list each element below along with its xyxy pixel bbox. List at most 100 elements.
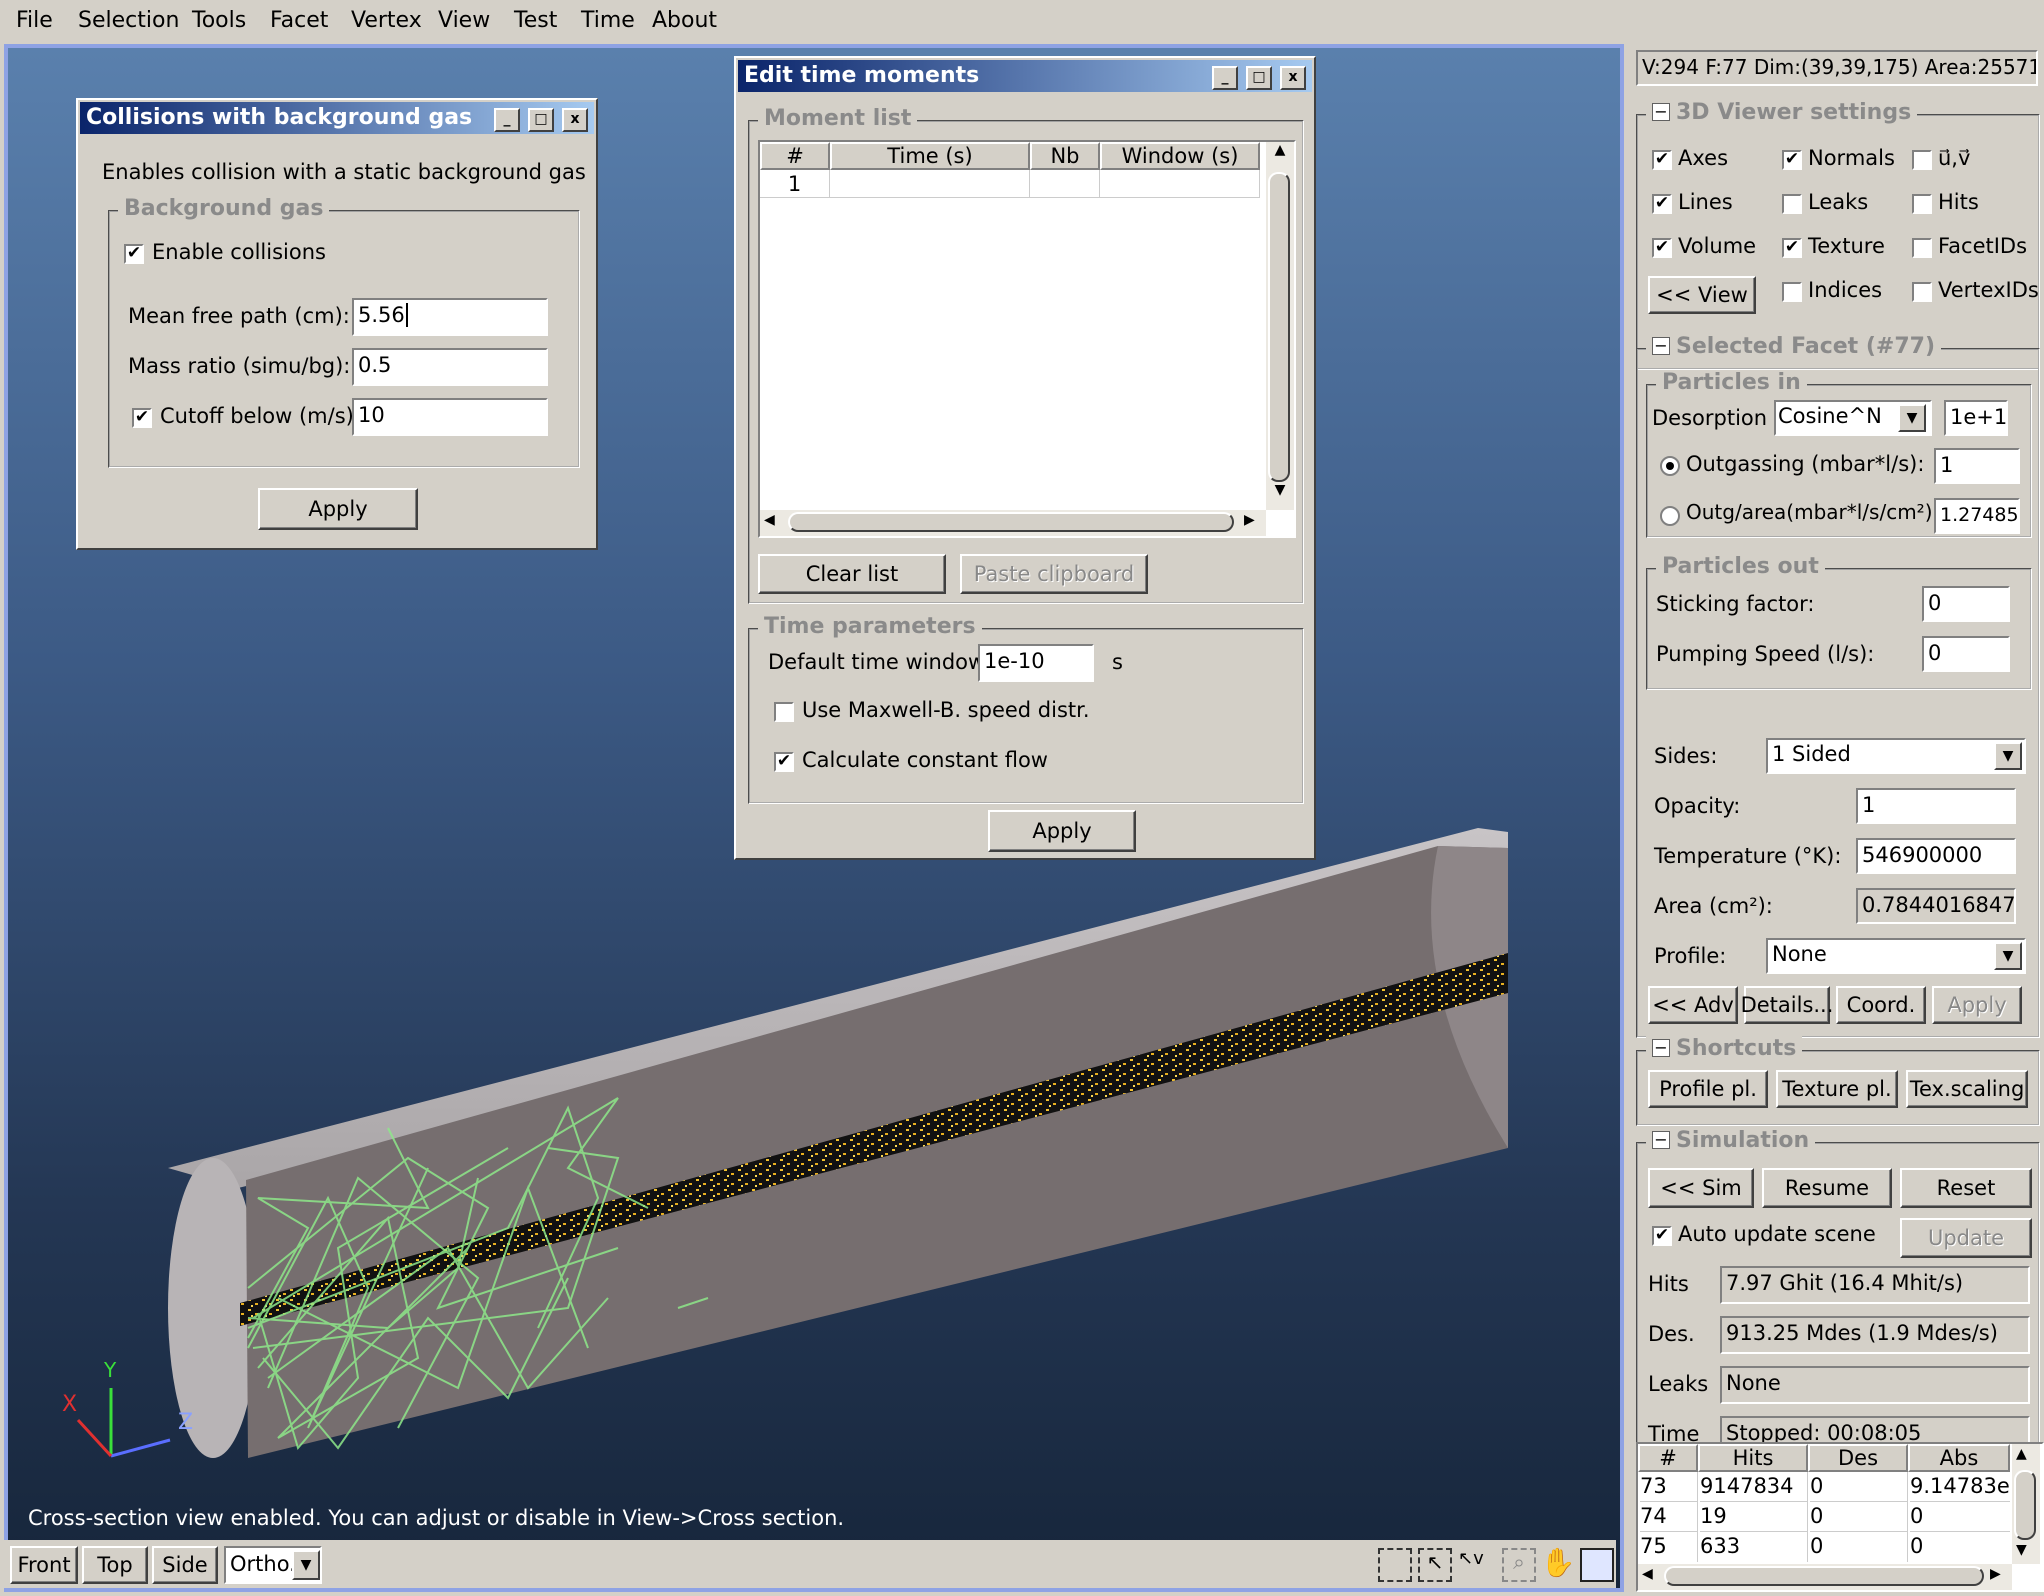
opacity-input[interactable]: 1: [1856, 788, 2016, 824]
zoom-all-icon[interactable]: [1378, 1548, 1412, 1582]
scroll-left-icon[interactable]: ◀: [764, 512, 775, 528]
time-apply-button[interactable]: Apply: [988, 810, 1136, 852]
pumping-input[interactable]: 0: [1922, 636, 2010, 672]
side-view-button[interactable]: Side: [152, 1546, 218, 1584]
column-header[interactable]: #: [760, 142, 830, 170]
desorption-exponent-input[interactable]: 1e+10: [1944, 400, 2008, 436]
scroll-up-icon[interactable]: ▲: [2016, 1446, 2027, 1462]
cutoff-input[interactable]: 10: [352, 398, 548, 436]
maximize-icon[interactable]: □: [1246, 66, 1272, 90]
facetids-checkbox[interactable]: [1912, 238, 1932, 258]
cutoff-checkbox[interactable]: ✔: [132, 408, 152, 428]
facet-apply-button[interactable]: Apply: [1932, 986, 2022, 1024]
collisions-apply-button[interactable]: Apply: [258, 488, 418, 530]
zoom-region-icon[interactable]: ⌕: [1502, 1548, 1536, 1582]
collapse-icon[interactable]: −: [1652, 1039, 1670, 1057]
outgassing-input[interactable]: 1: [1934, 448, 2020, 484]
temperature-input[interactable]: 546900000: [1856, 838, 2016, 874]
scroll-right-icon[interactable]: ▶: [1990, 1566, 2001, 1582]
moment-table[interactable]: # Time (s) Nb Window (s) 1 ▲ ▼ ◀ ▶: [758, 140, 1296, 538]
table-cell[interactable]: [1030, 170, 1100, 198]
profile-plotter-button[interactable]: Profile pl.: [1648, 1070, 1768, 1108]
collapse-icon[interactable]: −: [1652, 1131, 1670, 1149]
constant-flow-checkbox[interactable]: ✔: [774, 752, 794, 772]
viewer-settings-title[interactable]: −3D Viewer settings: [1646, 100, 1918, 125]
scroll-thumb[interactable]: [1268, 172, 1290, 482]
scroll-down-icon[interactable]: ▼: [2016, 1542, 2027, 1558]
scroll-thumb[interactable]: [2014, 1470, 2036, 1540]
enable-collisions-checkbox[interactable]: ✔: [124, 244, 144, 264]
top-view-button[interactable]: Top: [82, 1546, 148, 1584]
indices-checkbox[interactable]: [1782, 282, 1802, 302]
column-header[interactable]: Des: [1808, 1444, 1908, 1472]
menu-file[interactable]: File: [16, 8, 53, 33]
reset-button[interactable]: Reset: [1900, 1168, 2032, 1208]
chevron-down-icon[interactable]: ▼: [1898, 404, 1926, 432]
scroll-up-icon[interactable]: ▲: [1266, 142, 1294, 170]
time-dialog-titlebar[interactable]: Edit time moments _ □ x: [738, 60, 1312, 92]
maxwell-checkbox[interactable]: [774, 702, 794, 722]
hand-pan-icon[interactable]: ✋: [1540, 1546, 1576, 1582]
texture-plotter-button[interactable]: Texture pl.: [1776, 1070, 1898, 1108]
hits-checkbox[interactable]: [1912, 194, 1932, 214]
chevron-down-icon[interactable]: ▼: [1994, 942, 2022, 970]
leaks-checkbox[interactable]: [1782, 194, 1802, 214]
default-window-input[interactable]: 1e-10: [978, 644, 1094, 682]
clear-list-button[interactable]: Clear list: [758, 554, 946, 594]
front-view-button[interactable]: Front: [10, 1546, 78, 1584]
mass-ratio-input[interactable]: 0.5: [352, 348, 548, 386]
vertical-scrollbar[interactable]: ▲ ▼: [1266, 142, 1294, 510]
scroll-right-icon[interactable]: ▶: [1244, 512, 1255, 528]
facet-table[interactable]: # Hits Des Abs 73 9147834 0 9.14783e+ 74…: [1636, 1442, 2044, 1592]
texture-checkbox[interactable]: ✔: [1782, 238, 1802, 258]
window-icon[interactable]: [1580, 1548, 1614, 1582]
collisions-dialog-titlebar[interactable]: Collisions with background gas _ □ x: [80, 102, 594, 134]
view-button[interactable]: << View: [1648, 276, 1756, 314]
chevron-down-icon[interactable]: ▼: [292, 1550, 320, 1580]
simulation-title[interactable]: − Simulation: [1646, 1128, 1816, 1153]
select-facet-icon[interactable]: ↖: [1418, 1548, 1452, 1582]
close-icon[interactable]: x: [1280, 66, 1306, 90]
sticking-input[interactable]: 0: [1922, 586, 2010, 622]
menu-test[interactable]: Test: [514, 8, 557, 33]
normals-checkbox[interactable]: ✔: [1782, 150, 1802, 170]
sides-select[interactable]: 1 Sided ▼: [1766, 738, 2026, 774]
advanced-button[interactable]: << Adv: [1648, 986, 1738, 1024]
sim-button[interactable]: << Sim: [1648, 1168, 1754, 1208]
menu-vertex[interactable]: Vertex: [351, 8, 422, 33]
column-header[interactable]: Window (s): [1100, 142, 1260, 170]
details-button[interactable]: Details...: [1741, 986, 1833, 1024]
column-header[interactable]: #: [1638, 1444, 1698, 1472]
scroll-down-icon[interactable]: ▼: [1266, 482, 1294, 510]
axes-checkbox[interactable]: ✔: [1652, 150, 1672, 170]
scroll-thumb[interactable]: [788, 512, 1234, 532]
vertexids-checkbox[interactable]: [1912, 282, 1932, 302]
menu-tools[interactable]: Tools: [192, 8, 246, 33]
vertical-scrollbar[interactable]: ▲ ▼: [2012, 1444, 2040, 1564]
shortcuts-title[interactable]: − Shortcuts: [1646, 1036, 1803, 1061]
menu-facet[interactable]: Facet: [270, 8, 328, 33]
projection-select[interactable]: Ortho. ▼: [224, 1546, 322, 1584]
chevron-down-icon[interactable]: ▼: [1994, 742, 2022, 770]
minimize-icon[interactable]: _: [494, 108, 520, 132]
minimize-icon[interactable]: _: [1212, 66, 1238, 90]
table-cell[interactable]: 1: [760, 170, 830, 198]
paste-clipboard-button[interactable]: Paste clipboard: [960, 554, 1148, 594]
horizontal-scrollbar[interactable]: ◀ ▶: [760, 510, 1266, 536]
update-button[interactable]: Update: [1900, 1218, 2032, 1258]
close-icon[interactable]: x: [562, 108, 588, 132]
column-header[interactable]: Time (s): [830, 142, 1030, 170]
horizontal-scrollbar[interactable]: ◀ ▶: [1638, 1564, 2012, 1590]
texture-scaling-button[interactable]: Tex.scaling: [1906, 1070, 2028, 1108]
menu-selection[interactable]: Selection: [78, 8, 179, 33]
volume-checkbox[interactable]: ✔: [1652, 238, 1672, 258]
select-vertex-icon[interactable]: ↖v: [1458, 1548, 1498, 1582]
outg-area-input[interactable]: 1.274857: [1934, 498, 2020, 534]
scroll-left-icon[interactable]: ◀: [1642, 1566, 1653, 1582]
auto-update-checkbox[interactable]: ✔: [1652, 1226, 1672, 1246]
column-header[interactable]: Hits: [1698, 1444, 1808, 1472]
outgassing-radio[interactable]: [1660, 456, 1680, 476]
column-header[interactable]: Abs: [1908, 1444, 2010, 1472]
column-header[interactable]: Nb: [1030, 142, 1100, 170]
coord-button[interactable]: Coord.: [1836, 986, 1926, 1024]
